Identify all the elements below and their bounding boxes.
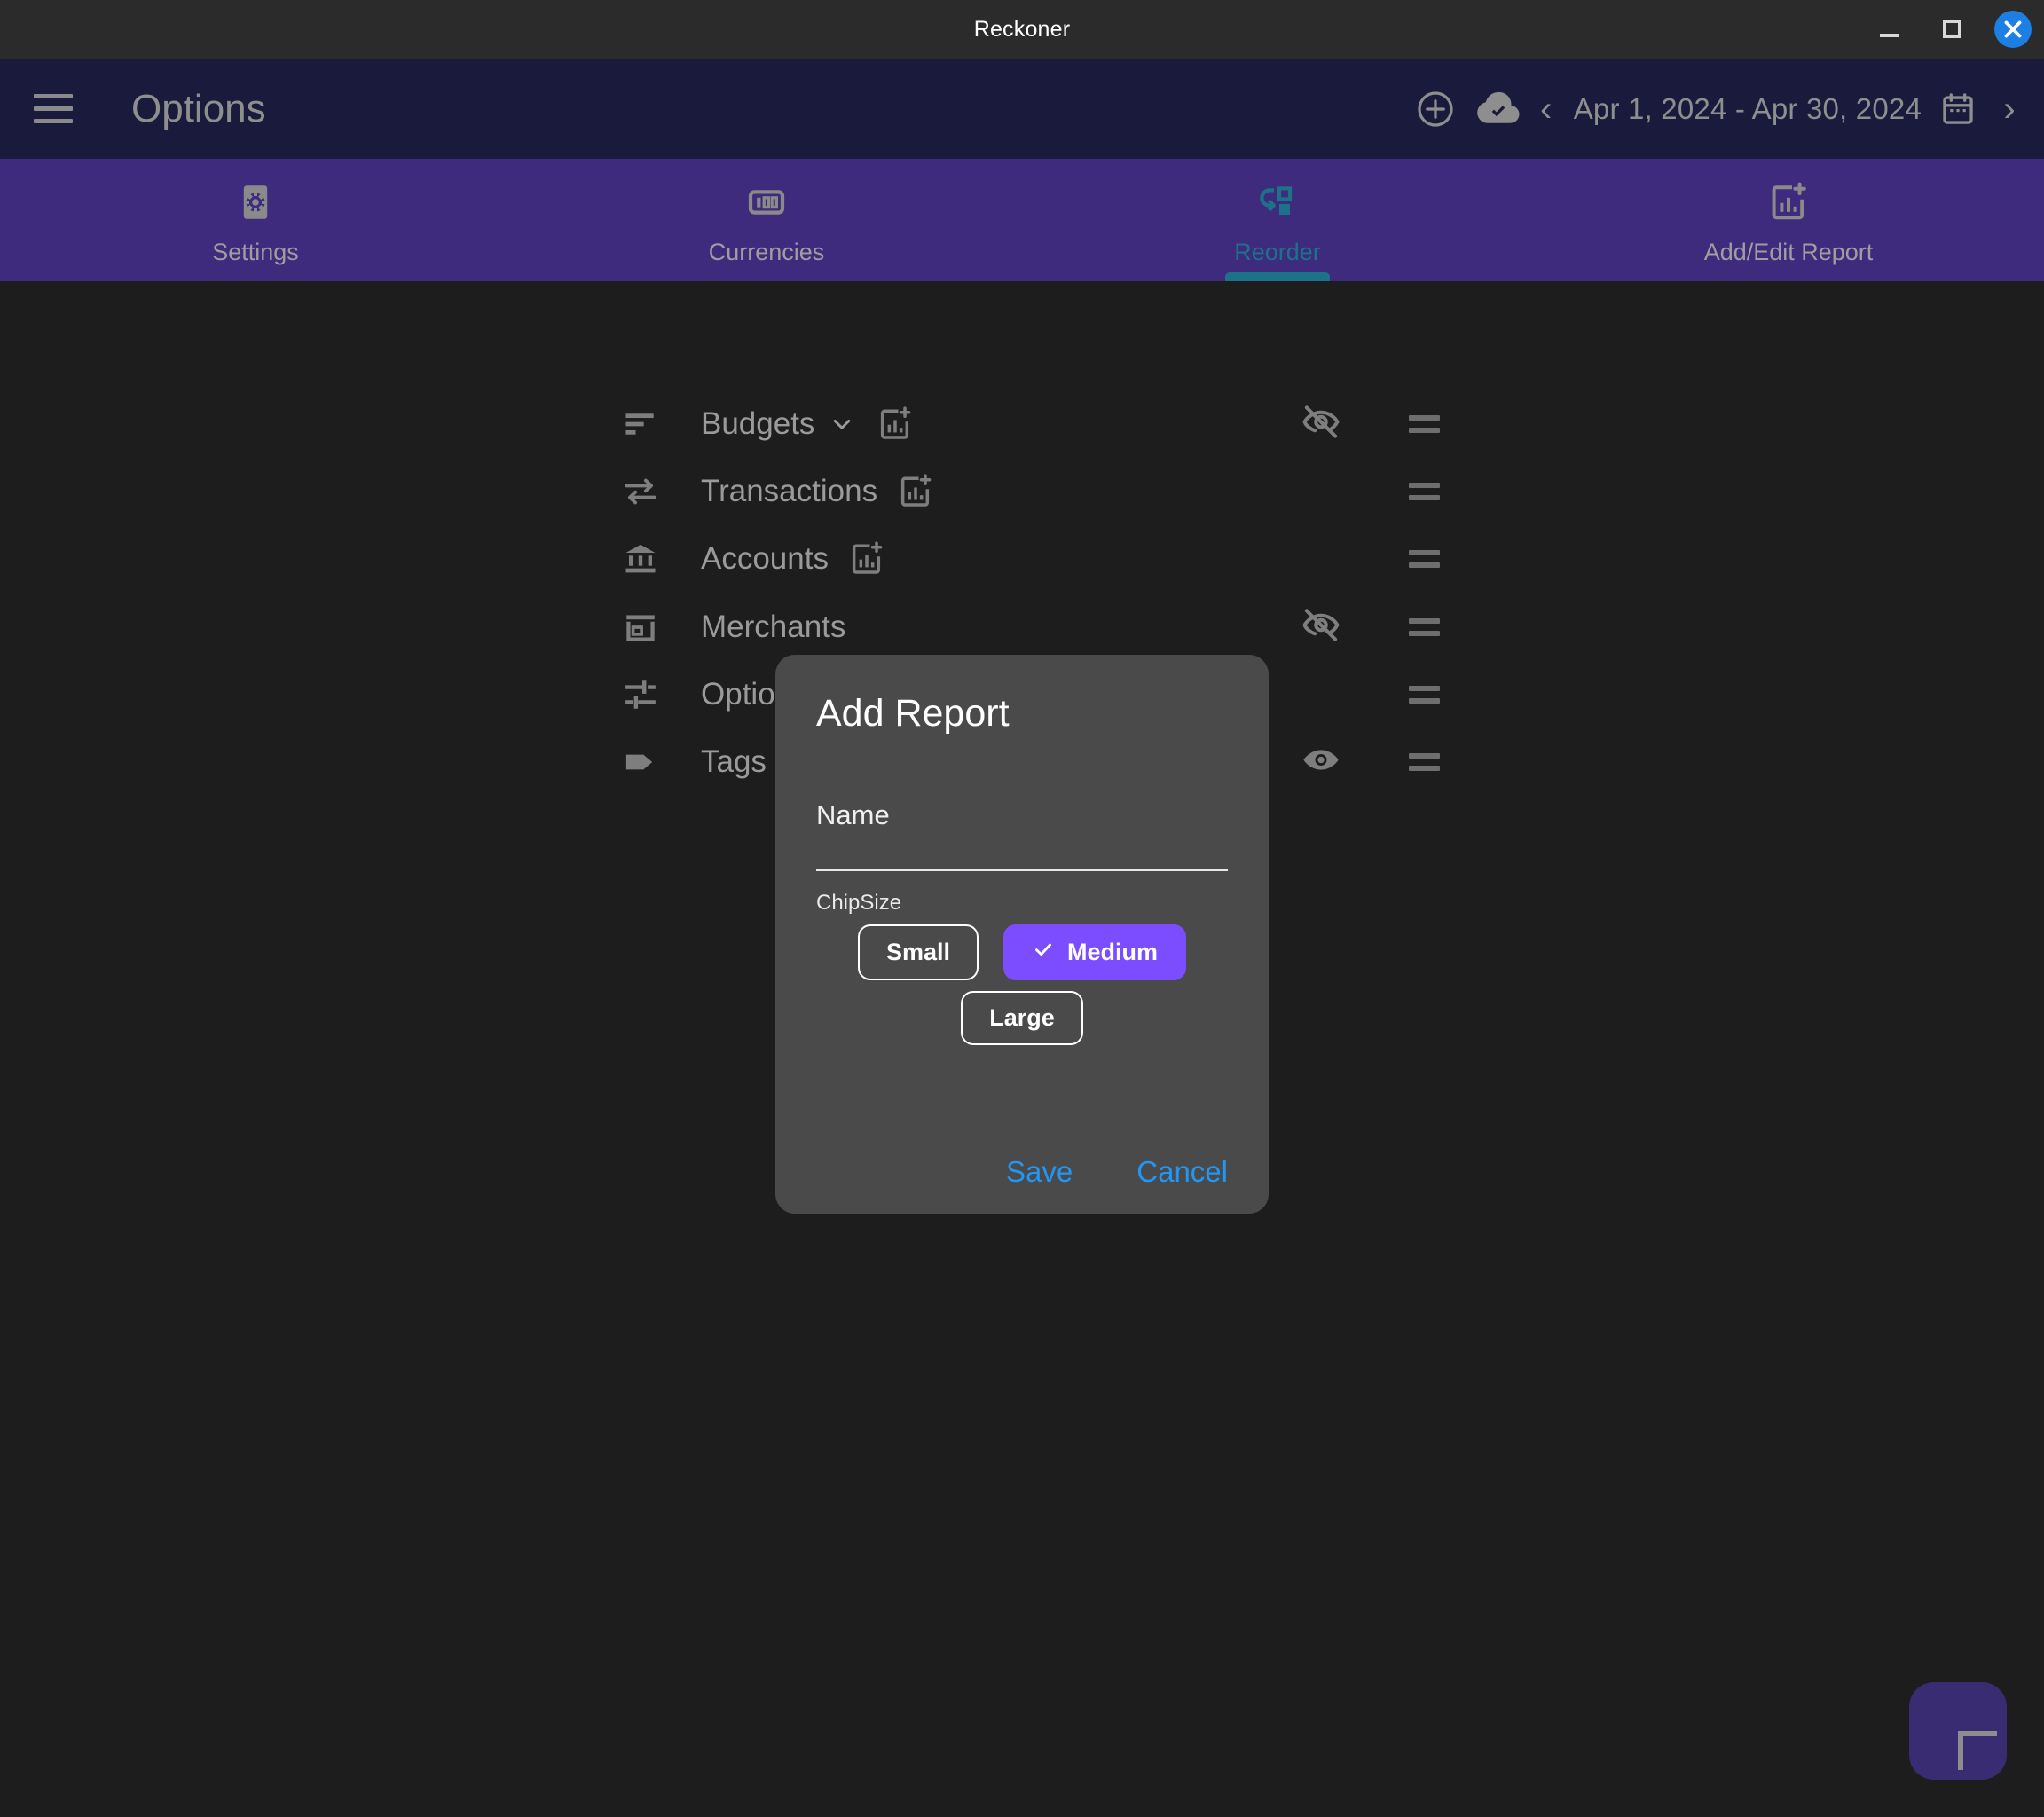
add-chart-icon[interactable]: [848, 540, 885, 578]
row-label: Transactions: [701, 474, 878, 508]
banknote-100-icon: [745, 181, 788, 228]
tab-bar: Settings Currencies Reorder Add/Edit Rep…: [0, 159, 2044, 281]
chip-large[interactable]: Large: [961, 991, 1083, 1045]
cancel-button[interactable]: Cancel: [1136, 1155, 1228, 1189]
page-title: Options: [131, 86, 266, 130]
chip-small[interactable]: Small: [857, 924, 979, 980]
row-label: Tags: [701, 744, 766, 779]
add-report-fab[interactable]: [1909, 1682, 2007, 1780]
tab-label: Currencies: [708, 239, 825, 265]
chip-label: Small: [885, 939, 951, 965]
date-range-control: ‹ Apr 1, 2024 - Apr 30, 2024 ›: [1531, 85, 2024, 133]
tab-label: Add/Edit Report: [1703, 239, 1874, 265]
visibility-icon[interactable]: [1301, 740, 1341, 785]
tab-label: Settings: [212, 239, 299, 265]
chipsize-label: ChipSize: [816, 891, 902, 915]
gear-icon: [234, 181, 277, 228]
next-period-button[interactable]: ›: [1994, 91, 2024, 127]
tab-label: Reorder: [1234, 239, 1321, 265]
drag-handle[interactable]: [1409, 550, 1440, 568]
window-title: Reckoner: [973, 16, 1071, 42]
table-row[interactable]: Transactions: [621, 460, 1446, 523]
save-button[interactable]: Save: [1006, 1155, 1073, 1189]
tab-currencies[interactable]: Currencies: [511, 159, 1022, 281]
tab-reorder[interactable]: Reorder: [1022, 159, 1533, 281]
dialog-actions: Save Cancel: [1006, 1155, 1228, 1189]
bank-icon: [621, 539, 678, 578]
date-range-label[interactable]: Apr 1, 2024 - Apr 30, 2024: [1574, 92, 1922, 126]
table-row[interactable]: Merchants: [621, 596, 1446, 658]
tag-icon: [621, 743, 678, 782]
drag-handle[interactable]: [1409, 483, 1440, 500]
tab-add-edit-report[interactable]: Add/Edit Report: [1533, 159, 2044, 281]
check-icon: [1032, 938, 1055, 967]
chevron-down-icon[interactable]: [827, 409, 857, 439]
add-chart-icon[interactable]: [897, 473, 934, 510]
name-field-label: Name: [816, 799, 890, 830]
row-label: Budgets: [701, 406, 815, 441]
name-input[interactable]: [816, 869, 1228, 871]
prev-period-button[interactable]: ‹: [1531, 91, 1561, 127]
cloud-check-icon[interactable]: [1467, 77, 1531, 141]
drag-handle[interactable]: [1409, 618, 1440, 636]
sort-lines-icon: [621, 405, 678, 444]
tab-settings[interactable]: Settings: [0, 159, 511, 281]
dialog-title: Add Report: [816, 692, 1010, 735]
window-controls: [1870, 0, 2032, 59]
chip-label: Medium: [1067, 939, 1159, 965]
drag-handle[interactable]: [1409, 753, 1440, 771]
row-label: Merchants: [701, 610, 846, 644]
drag-handle[interactable]: [1409, 415, 1440, 433]
chipsize-chip-group: Small Medium Large: [816, 924, 1228, 1045]
table-row[interactable]: Budgets: [621, 393, 1446, 455]
minimize-button[interactable]: [1870, 10, 1909, 49]
app-bar-actions: ‹ Apr 1, 2024 - Apr 30, 2024 ›: [1403, 77, 2044, 141]
add-chart-icon[interactable]: [877, 405, 914, 443]
plus-circle-icon[interactable]: [1403, 77, 1467, 141]
visibility-off-icon[interactable]: [1301, 402, 1341, 447]
chip-medium[interactable]: Medium: [1003, 924, 1187, 980]
row-label: Accounts: [701, 541, 829, 576]
add-chart-icon: [1767, 181, 1810, 228]
visibility-off-icon[interactable]: [1301, 605, 1341, 650]
close-icon: [2004, 20, 2022, 38]
hamburger-menu-icon[interactable]: [20, 75, 87, 143]
store-icon: [621, 608, 678, 647]
tab-indicator: [1225, 272, 1330, 281]
add-report-dialog: Add Report Name ChipSize Small Medium La…: [775, 655, 1269, 1214]
chip-label: Large: [989, 1004, 1055, 1031]
app-bar: Options ‹ Apr 1, 2024 - Apr 30, 2024 ›: [0, 59, 2044, 159]
close-button[interactable]: [1994, 11, 2032, 48]
drag-handle[interactable]: [1409, 686, 1440, 704]
maximize-button[interactable]: [1932, 10, 1971, 49]
calendar-icon[interactable]: [1934, 85, 1982, 133]
sliders-icon: [621, 675, 678, 714]
reorder-icon: [1256, 181, 1299, 228]
table-row[interactable]: Accounts: [621, 528, 1446, 590]
window-titlebar: Reckoner: [0, 0, 2044, 59]
transfer-icon: [621, 472, 678, 511]
